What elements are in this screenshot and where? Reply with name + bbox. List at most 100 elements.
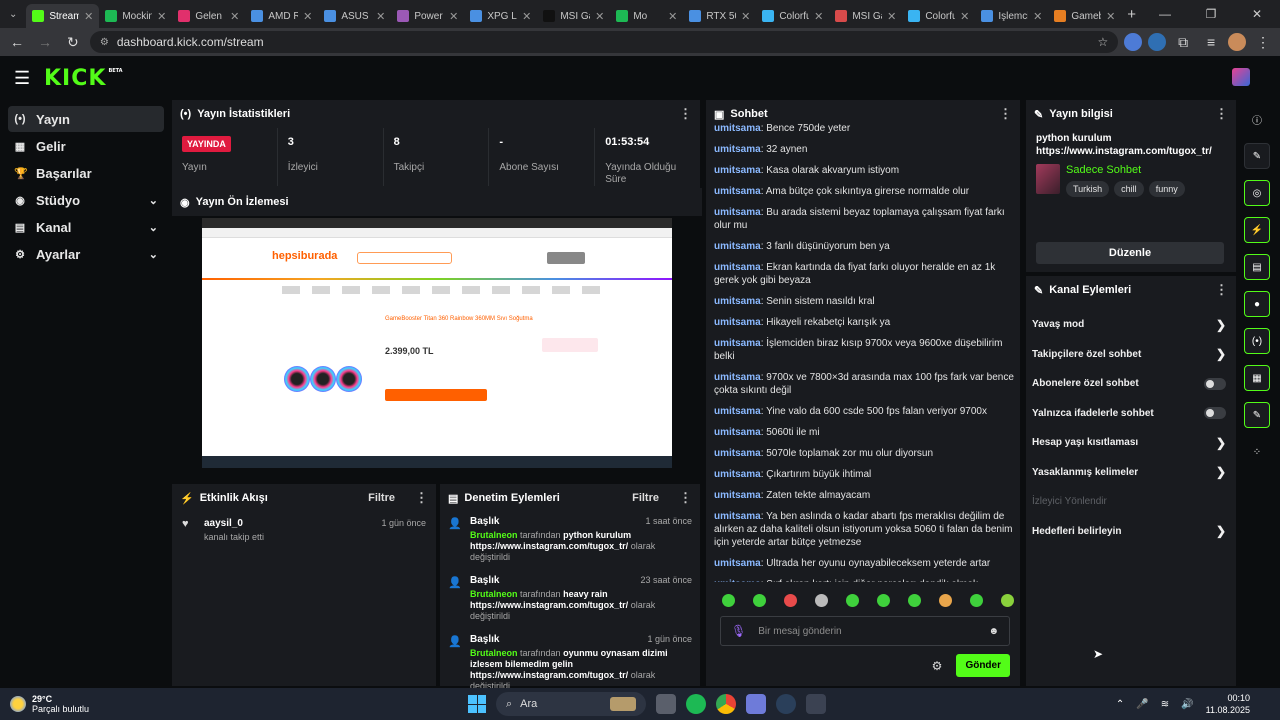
volume-icon[interactable]: 🔊: [1181, 699, 1193, 710]
tab-close-icon[interactable]: ✕: [595, 10, 604, 23]
sidebar-item[interactable]: ◉ Stüdyo ⌄: [8, 187, 164, 213]
tab-close-icon[interactable]: ✕: [1106, 10, 1115, 23]
mod-actor[interactable]: Brutalneon: [470, 589, 518, 599]
info-circle-icon[interactable]: ⓘ: [1244, 106, 1270, 132]
snipping-tool-icon[interactable]: [746, 694, 766, 714]
category-name[interactable]: Sadece Sohbet: [1066, 164, 1185, 176]
taskbar-search[interactable]: ⌕ Ara: [496, 692, 646, 716]
chat-username[interactable]: umitsama: [714, 427, 761, 438]
browser-tab[interactable]: MSI Ga ✕: [829, 4, 902, 28]
wifi-icon[interactable]: ≋: [1161, 699, 1169, 710]
chat-more-icon[interactable]: ⋮: [999, 106, 1012, 122]
document-icon[interactable]: ▤: [1244, 254, 1270, 280]
chat-username[interactable]: umitsama: [714, 241, 761, 252]
activity-more-icon[interactable]: ⋮: [415, 490, 428, 506]
chat-settings-icon[interactable]: ⚙: [932, 659, 943, 673]
emoji-picker-icon[interactable]: ☻: [988, 626, 999, 637]
chat-messages[interactable]: umitsama: Bence 750de yeter umitsama: 32 …: [714, 122, 1014, 582]
browser-tab[interactable]: Gelen K ✕: [172, 4, 245, 28]
minimize-button[interactable]: —: [1142, 7, 1188, 21]
bookmark-star-icon[interactable]: ☆: [1097, 35, 1108, 49]
toggle-switch[interactable]: [1204, 377, 1226, 390]
chat-input[interactable]: 🎙 Bir mesaj gönderin ☻: [720, 616, 1010, 646]
sidebar-item[interactable]: ▦ Gelir: [8, 133, 164, 159]
stream-tag[interactable]: funny: [1148, 181, 1185, 197]
microphone-icon[interactable]: 🎙: [731, 624, 746, 638]
tab-close-icon[interactable]: ✕: [303, 10, 312, 23]
tab-close-icon[interactable]: ✕: [449, 10, 458, 23]
user-avatar[interactable]: [1232, 68, 1250, 86]
browser-tab[interactable]: Colorfu ✕: [756, 4, 829, 28]
channel-action[interactable]: Yasaklanmış kelimeler ❯: [1026, 458, 1236, 488]
channel-action[interactable]: Hedefleri belirleyin ❯: [1026, 517, 1236, 547]
tab-close-icon[interactable]: ✕: [157, 10, 166, 23]
hamburger-menu-icon[interactable]: ☰: [14, 68, 44, 89]
browser-tab[interactable]: ASUS R ✕: [318, 4, 391, 28]
reload-button[interactable]: ↻: [62, 34, 84, 51]
url-field[interactable]: ⚙ dashboard.kick.com/stream ☆: [89, 31, 1119, 53]
shield-extension-icon[interactable]: [1148, 33, 1167, 51]
forward-button[interactable]: →: [34, 34, 56, 50]
chat-username[interactable]: umitsama: [714, 469, 761, 480]
tab-search-chevron-icon[interactable]: ⌄: [0, 0, 26, 28]
extension-icon[interactable]: [1124, 33, 1143, 51]
pencil-icon[interactable]: ✎: [1244, 143, 1270, 169]
emote-icon[interactable]: [939, 594, 952, 607]
mod-more-icon[interactable]: ⋮: [679, 490, 692, 506]
browser-tab[interactable]: Mocking ✕: [99, 4, 172, 28]
emote-icon[interactable]: [846, 594, 859, 607]
tab-close-icon[interactable]: ✕: [960, 10, 969, 23]
mod-filter-button[interactable]: Filtre: [632, 492, 659, 504]
tab-close-icon[interactable]: ✕: [814, 10, 823, 23]
extensions-puzzle-icon[interactable]: ⧉: [1172, 34, 1194, 51]
emote-icon[interactable]: [722, 594, 735, 607]
chat-username[interactable]: umitsama: [714, 579, 761, 582]
emote-icon[interactable]: [908, 594, 921, 607]
channel-action[interactable]: Takipçilere özel sohbet ❯: [1026, 340, 1236, 370]
chat-username[interactable]: umitsama: [714, 165, 761, 176]
tab-close-icon[interactable]: ✕: [376, 10, 385, 23]
mod-actor[interactable]: Brutalneon: [470, 530, 518, 540]
camera-icon[interactable]: ◎: [1244, 180, 1270, 206]
channel-action[interactable]: Yavaş mod ❯: [1026, 310, 1236, 340]
edit-button[interactable]: Düzenle: [1036, 242, 1224, 264]
chat-username[interactable]: umitsama: [714, 186, 761, 197]
channel-action[interactable]: Abonelere özel sohbet: [1026, 369, 1236, 399]
weather-widget[interactable]: 29°C Parçalı bulutlu: [10, 694, 89, 714]
windows-start-icon[interactable]: [468, 695, 486, 713]
emote-icon[interactable]: [1001, 594, 1014, 607]
chat-bubble-icon[interactable]: ●: [1244, 291, 1270, 317]
chat-username[interactable]: umitsama: [714, 262, 761, 273]
chat-username[interactable]: umitsama: [714, 296, 761, 307]
browser-tab[interactable]: RTX 50 ✕: [683, 4, 756, 28]
chat-username[interactable]: umitsama: [714, 490, 761, 501]
browser-tab[interactable]: İşlemci ✕: [975, 4, 1048, 28]
add-widget-icon[interactable]: ⁘: [1244, 439, 1270, 465]
tray-mic-icon[interactable]: 🎤: [1136, 699, 1148, 710]
calculator-icon[interactable]: [806, 694, 826, 714]
sidebar-item[interactable]: (•) Yayın: [8, 106, 164, 132]
kick-logo[interactable]: KICK BETA: [44, 66, 123, 91]
channel-action[interactable]: Yalnızca ifadelerle sohbet: [1026, 399, 1236, 429]
browser-tab[interactable]: Gameb ✕: [1048, 4, 1121, 28]
browser-menu-icon[interactable]: ⋮: [1252, 34, 1274, 51]
emote-icon[interactable]: [753, 594, 766, 607]
site-info-icon[interactable]: ⚙: [100, 37, 109, 48]
toggle-switch[interactable]: [1204, 407, 1226, 420]
restore-button[interactable]: ❐: [1188, 7, 1234, 21]
clock[interactable]: 00:10 11.08.2025: [1206, 692, 1250, 716]
back-button[interactable]: ←: [6, 34, 28, 50]
bolt-icon[interactable]: ⚡: [1244, 217, 1270, 243]
new-tab-button[interactable]: +: [1121, 6, 1142, 23]
layout-icon[interactable]: ▦: [1244, 365, 1270, 391]
chat-username[interactable]: umitsama: [714, 558, 761, 569]
emote-icon[interactable]: [970, 594, 983, 607]
steam-icon[interactable]: [776, 694, 796, 714]
browser-tab[interactable]: XPG La ✕: [464, 4, 537, 28]
profile-avatar[interactable]: [1228, 33, 1247, 51]
chrome-icon[interactable]: [716, 694, 736, 714]
chat-username[interactable]: umitsama: [714, 448, 761, 459]
tab-close-icon[interactable]: ✕: [741, 10, 750, 23]
tab-close-icon[interactable]: ✕: [668, 10, 677, 23]
chat-username[interactable]: umitsama: [714, 207, 761, 218]
